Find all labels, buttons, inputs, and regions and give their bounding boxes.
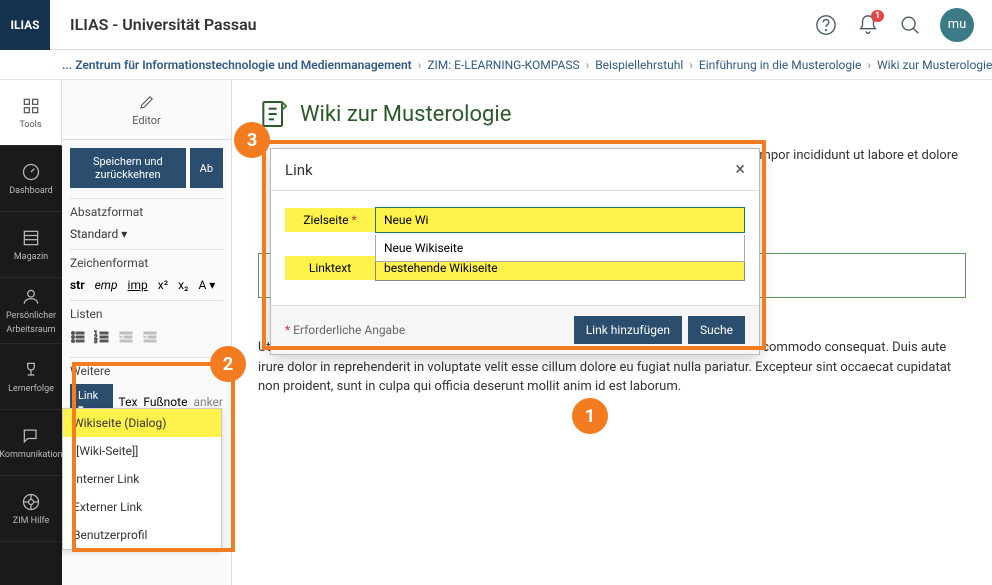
- header-icons: 1 mu: [814, 8, 974, 42]
- list-indent-icon[interactable]: [142, 329, 158, 349]
- editor-sidebar: Editor Speichern und zurückkehren Ab Abs…: [62, 80, 232, 585]
- menu-wiki-seite[interactable]: [[Wiki-Seite]]: [63, 437, 221, 465]
- rail-arbeitsraum[interactable]: PersönlicherArbeitsraum: [0, 278, 62, 344]
- logo[interactable]: ILIAS: [0, 0, 50, 50]
- rail-magazin[interactable]: Magazin: [0, 212, 62, 278]
- left-rail: Tools Dashboard Magazin PersönlicherArbe…: [0, 80, 62, 585]
- rail-kommunikation[interactable]: Kommunikation: [0, 410, 62, 476]
- format-more[interactable]: A ▾: [198, 278, 215, 292]
- label-zielseite: Zielseite *: [285, 208, 375, 232]
- menu-wikiseite-dialog[interactable]: Wikiseite (Dialog): [63, 409, 221, 437]
- format-superscript[interactable]: x²: [158, 278, 168, 292]
- autocomplete-suggestion[interactable]: Neue Wikiseite: [375, 235, 745, 262]
- anker-button[interactable]: anker: [193, 395, 223, 409]
- save-return-button[interactable]: Speichern und zurückkehren: [70, 148, 186, 188]
- help-icon[interactable]: [814, 13, 838, 37]
- app-title: ILIAS - Universität Passau: [70, 15, 257, 34]
- dialog-title: Link: [285, 161, 313, 179]
- editor-tab[interactable]: Editor: [62, 80, 231, 140]
- breadcrumb-item[interactable]: ZIM: E-LEARNING-KOMPASS: [427, 58, 579, 72]
- section-absatzformat: Absatzformat: [70, 198, 223, 223]
- section-weitere: Weitere: [70, 357, 223, 382]
- required-note: * Erforderliche Angabe: [285, 323, 405, 337]
- notification-badge: 1: [871, 10, 884, 22]
- link-dialog: Link × Zielseite * Neue Wikiseite Linkte…: [270, 148, 760, 355]
- page-title: Wiki zur Musterologie: [258, 98, 966, 130]
- menu-interner-link[interactable]: Interner Link: [63, 465, 221, 493]
- breadcrumb: ... Zentrum für Informationstechnologie …: [0, 50, 992, 80]
- rail-hilfe[interactable]: ZIM Hilfe: [0, 476, 62, 542]
- menu-externer-link[interactable]: Externer Link: [63, 493, 221, 521]
- list-outdent-icon[interactable]: [118, 329, 134, 349]
- format-emphasis[interactable]: emp: [95, 278, 118, 292]
- zielseite-input[interactable]: [375, 207, 745, 233]
- absatz-select[interactable]: Standard ▾: [70, 223, 223, 245]
- cancel-button[interactable]: Ab: [190, 148, 223, 188]
- rail-tools[interactable]: Tools: [0, 80, 62, 146]
- rail-lernerfolge[interactable]: Lernerfolge: [0, 344, 62, 410]
- notification-icon[interactable]: 1: [856, 13, 880, 37]
- rail-dashboard[interactable]: Dashboard: [0, 146, 62, 212]
- section-listen: Listen: [70, 300, 223, 325]
- format-strong[interactable]: str: [70, 278, 85, 292]
- avatar[interactable]: mu: [940, 8, 974, 42]
- list-numbered-icon[interactable]: 123: [94, 329, 110, 349]
- breadcrumb-item[interactable]: Wiki zur Musterologie: [877, 58, 992, 72]
- link-dropdown-menu: Wikiseite (Dialog) [[Wiki-Seite]] Intern…: [62, 408, 222, 550]
- label-linktext: Linktext: [285, 256, 375, 280]
- add-link-button[interactable]: Link hinzufügen: [574, 316, 682, 344]
- section-zeichenformat: Zeichenformat: [70, 249, 223, 274]
- menu-benutzerprofil[interactable]: Benutzerprofil: [63, 521, 221, 549]
- svg-text:3: 3: [94, 338, 97, 345]
- top-header: ILIAS ILIAS - Universität Passau 1 mu: [0, 0, 992, 50]
- breadcrumb-item[interactable]: ... Zentrum für Informationstechnologie …: [62, 58, 412, 72]
- tex-button[interactable]: Tex: [119, 395, 138, 409]
- close-icon[interactable]: ×: [735, 159, 745, 180]
- breadcrumb-item[interactable]: Einführung in die Musterologie: [699, 58, 861, 72]
- breadcrumb-item[interactable]: Beispiellehrstuhl: [595, 58, 683, 72]
- list-bullet-icon[interactable]: [70, 329, 86, 349]
- search-icon[interactable]: [898, 13, 922, 37]
- format-subscript[interactable]: x₂: [178, 278, 188, 292]
- fussnote-button[interactable]: Fußnote: [143, 395, 187, 409]
- format-important[interactable]: imp: [128, 278, 148, 292]
- search-button[interactable]: Suche: [688, 316, 745, 344]
